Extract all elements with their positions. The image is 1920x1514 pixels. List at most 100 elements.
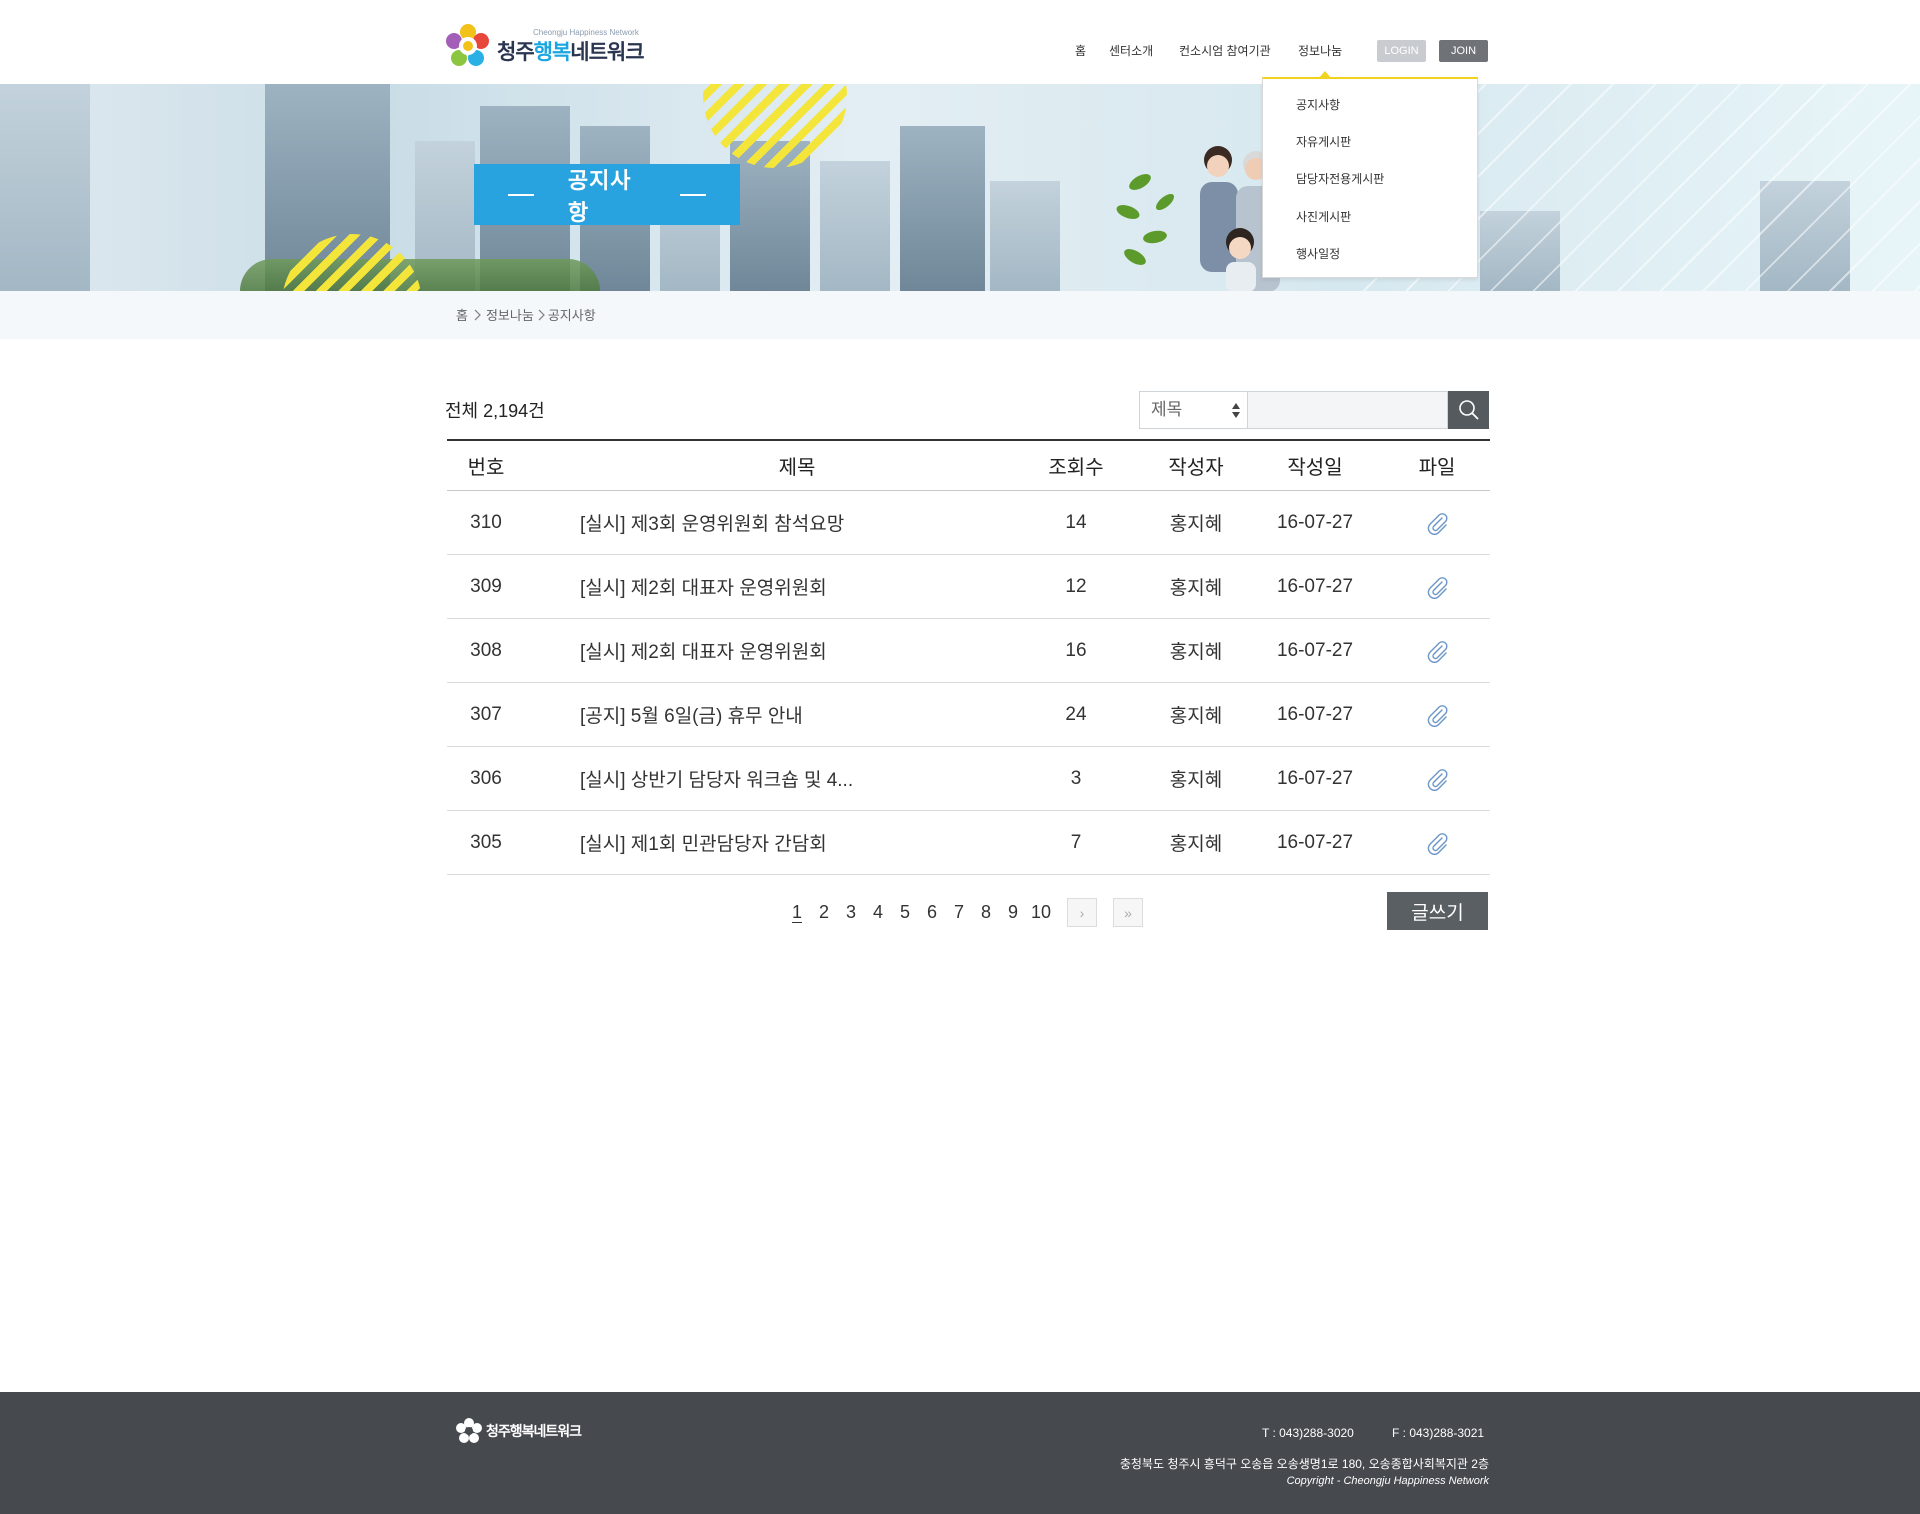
page-link-2[interactable]: 2 (819, 898, 829, 926)
row-writer: 홍지혜 (1169, 706, 1223, 727)
site-logo[interactable]: Cheongju Happiness Network 청주행복네트워크 (445, 22, 645, 70)
submenu-item-photo-board[interactable]: 사진게시판 (1296, 208, 1351, 225)
chevron-right-icon (474, 309, 481, 320)
table-row: 306 [실시] 상반기 담당자 워크숍 및 4... 3 홍지혜 16-07-… (447, 747, 1490, 811)
page-link-4[interactable]: 4 (873, 898, 883, 926)
row-attachment[interactable] (1397, 811, 1477, 874)
banner-stripe-circle (703, 84, 847, 168)
page-link-1[interactable]: 1 (792, 898, 802, 926)
nav-item-info[interactable]: 정보나눔 (1298, 40, 1342, 62)
page-link-8[interactable]: 8 (981, 898, 991, 926)
table-row: 305 [실시] 제1회 민관담당자 간담회 7 홍지혜 16-07-27 (447, 811, 1490, 875)
row-attachment[interactable] (1397, 747, 1477, 810)
row-number: 310 (470, 511, 502, 533)
row-views: 16 (1065, 639, 1087, 661)
logo-title: 청주행복네트워크 (497, 41, 645, 64)
row-attachment[interactable] (1397, 683, 1477, 746)
row-number: 305 (470, 831, 502, 853)
table-row: 310 [실시] 제3회 운영위원회 참석요망 14 홍지혜 16-07-27 (447, 491, 1490, 555)
column-header-number: 번호 (467, 457, 505, 479)
logo-text: Cheongju Happiness Network 청주행복네트워크 (497, 26, 645, 66)
row-title-link[interactable]: [실시] 제3회 운영위원회 참석요망 (580, 491, 1080, 554)
next-page-button[interactable]: › (1067, 898, 1097, 927)
page-banner: 공지사항 (0, 84, 1920, 291)
page-link-5[interactable]: 5 (900, 898, 910, 926)
page-link-7[interactable]: 7 (954, 898, 964, 926)
search-field-select[interactable]: 제목 (1139, 391, 1248, 429)
row-number: 307 (470, 703, 502, 725)
breadcrumb-home[interactable]: 홈 (456, 305, 468, 324)
nav-item-home[interactable]: 홈 (1075, 40, 1086, 62)
search-input[interactable] (1248, 391, 1448, 429)
footer-logo-text: 청주행복네트워크 (486, 1423, 582, 1439)
row-writer: 홍지혜 (1169, 770, 1223, 791)
row-writer: 홍지혜 (1169, 834, 1223, 855)
banner-building (0, 84, 90, 291)
row-date: 16-07-27 (1276, 511, 1354, 533)
paperclip-icon (1427, 640, 1448, 663)
breadcrumb-bar: 홈 정보나눔 공지사항 (0, 291, 1920, 339)
row-attachment[interactable] (1397, 555, 1477, 618)
info-submenu: 공지사항 자유게시판 담당자전용게시판 사진게시판 행사일정 (1262, 71, 1478, 278)
banner-title-dash (680, 193, 707, 196)
page-link-10[interactable]: 10 (1031, 898, 1051, 926)
row-title-link[interactable]: [실시] 제2회 대표자 운영위원회 (580, 619, 1080, 682)
search-form: 제목 (1139, 391, 1489, 429)
footer-logo: 청주행복네트워크 (455, 1417, 582, 1445)
banner-building (820, 161, 890, 291)
row-attachment[interactable] (1397, 491, 1477, 554)
breadcrumb-level2: 공지사항 (547, 308, 596, 323)
submenu-item-notice[interactable]: 공지사항 (1296, 96, 1340, 113)
row-title-link[interactable]: [공지] 5월 6일(금) 휴무 안내 (580, 683, 1080, 746)
footer-address: 충청북도 청주시 흥덕구 오송읍 오송생명1로 180, 오송종합사회복지관 2… (1119, 1457, 1489, 1471)
table-row: 309 [실시] 제2회 대표자 운영위원회 12 홍지혜 16-07-27 (447, 555, 1490, 619)
nav-item-about[interactable]: 센터소개 (1109, 40, 1153, 62)
row-title-link[interactable]: [실시] 제2회 대표자 운영위원회 (580, 555, 1080, 618)
nav-item-consortium[interactable]: 컨소시엄 참여기관 (1179, 40, 1271, 62)
paperclip-icon (1427, 512, 1448, 535)
row-writer: 홍지혜 (1169, 642, 1223, 663)
submenu-item-staff-board[interactable]: 담당자전용게시판 (1296, 170, 1384, 187)
logo-flower-icon (446, 24, 489, 66)
column-header-title: 제목 (778, 457, 816, 479)
column-header-writer: 작성자 (1168, 457, 1224, 479)
breadcrumb: 홈 정보나눔 공지사항 (456, 305, 596, 324)
footer-phone: T : 043)288-3020 (1262, 1426, 1354, 1440)
submenu-item-free-board[interactable]: 자유게시판 (1296, 133, 1351, 150)
footer-copyright: Copyright - Cheongju Happiness Network (1286, 1475, 1489, 1487)
paperclip-icon (1427, 704, 1448, 727)
row-views: 3 (1070, 767, 1082, 789)
submenu-caret (1319, 71, 1331, 78)
row-date: 16-07-27 (1276, 767, 1354, 789)
chevron-right-icon (538, 309, 545, 320)
row-writer: 홍지혜 (1169, 514, 1223, 535)
table-row: 308 [실시] 제2회 대표자 운영위원회 16 홍지혜 16-07-27 (447, 619, 1490, 683)
paperclip-icon (1427, 832, 1448, 855)
paperclip-icon (1427, 768, 1448, 791)
row-date: 16-07-27 (1276, 703, 1354, 725)
column-header-file: 파일 (1418, 457, 1456, 479)
row-number: 306 (470, 767, 502, 789)
footer-logo-flower-icon (456, 1418, 482, 1443)
row-title-link[interactable]: [실시] 제1회 민관담당자 간담회 (580, 811, 1080, 874)
join-button[interactable]: JOIN (1439, 40, 1488, 62)
page-link-6[interactable]: 6 (927, 898, 937, 926)
row-title-link[interactable]: [실시] 상반기 담당자 워크숍 및 4... (580, 747, 1080, 810)
page-link-3[interactable]: 3 (846, 898, 856, 926)
row-attachment[interactable] (1397, 619, 1477, 682)
write-post-button[interactable]: 글쓰기 (1387, 892, 1488, 930)
row-number: 308 (470, 639, 502, 661)
row-views: 14 (1065, 511, 1087, 533)
login-button[interactable]: LOGIN (1377, 40, 1426, 62)
submenu-item-events[interactable]: 행사일정 (1296, 245, 1340, 262)
breadcrumb-level1[interactable]: 정보나눔 (486, 305, 534, 324)
banner-title: 공지사항 (474, 164, 740, 225)
row-date: 16-07-27 (1276, 639, 1354, 661)
column-header-views: 조회수 (1048, 457, 1104, 479)
row-views: 7 (1070, 831, 1082, 853)
search-icon (1458, 400, 1479, 420)
last-page-button[interactable]: » (1113, 898, 1143, 927)
table-row: 307 [공지] 5월 6일(금) 휴무 안내 24 홍지혜 16-07-27 (447, 683, 1490, 747)
search-button[interactable] (1448, 391, 1489, 429)
page-link-9[interactable]: 9 (1008, 898, 1018, 926)
